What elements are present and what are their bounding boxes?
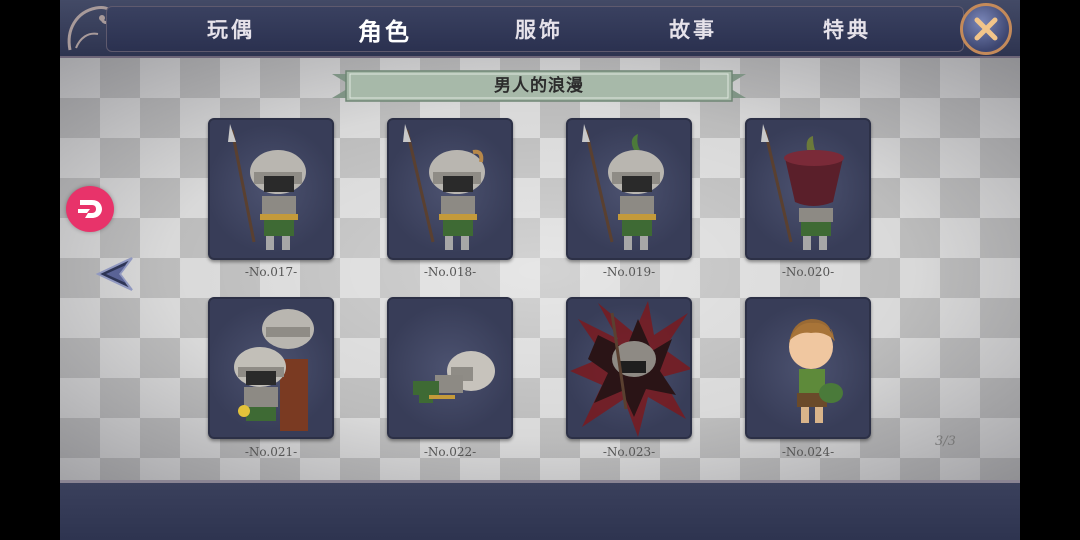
card-label: -No.023-: [602, 445, 656, 459]
card-label: -No.020-: [781, 265, 835, 279]
character-card-021[interactable]: [208, 297, 334, 439]
tab-costumes[interactable]: 服饰: [515, 14, 563, 44]
spear-knight-sprout-icon: [582, 124, 664, 250]
two-knights-chair-icon: [234, 309, 314, 431]
card-label: -No.021-: [244, 445, 298, 459]
card-label: -No.017-: [244, 265, 298, 279]
close-icon: [974, 17, 998, 41]
background-vignette: [60, 58, 1020, 483]
boy-with-bag-icon: [789, 319, 843, 423]
character-card-018[interactable]: [387, 118, 513, 260]
knight-dark-aura-icon: [570, 301, 690, 437]
ribbon-title: 男人的浪漫: [494, 76, 584, 96]
spear-knight-feather-icon: [403, 124, 485, 250]
close-button[interactable]: [960, 3, 1012, 55]
pink-shortcut-button[interactable]: [66, 186, 114, 232]
tab-bar: 玩偶 角色 服饰 故事 特典: [60, 0, 1020, 58]
spear-knight-pot-helmet-icon: [761, 124, 844, 250]
card-label: -No.019-: [602, 265, 656, 279]
card-label: -No.022-: [423, 445, 477, 459]
character-card-024[interactable]: [745, 297, 871, 439]
previous-page-arrow-icon[interactable]: [92, 250, 140, 298]
character-card-022[interactable]: [387, 297, 513, 439]
character-card-019[interactable]: [566, 118, 692, 260]
character-card-023[interactable]: [566, 297, 692, 439]
tab-extras[interactable]: 特典: [823, 14, 871, 44]
spear-knight-icon: [228, 124, 306, 250]
tab-characters[interactable]: 角色: [358, 12, 412, 47]
character-card-017[interactable]: [208, 118, 334, 260]
card-label: -No.018-: [423, 265, 477, 279]
d-logo-icon: [78, 200, 102, 218]
bottom-bar: [60, 480, 1020, 540]
fallen-knight-icon: [413, 351, 495, 403]
page-indicator: 3/3: [935, 434, 956, 449]
tab-stories[interactable]: 故事: [669, 14, 717, 44]
tab-dolls[interactable]: 玩偶: [207, 14, 255, 44]
collection-screen: 玩偶 角色 服饰 故事 特典 男人的浪漫 -No.017- -No.018- -…: [60, 0, 1020, 540]
card-label: -No.024-: [781, 445, 835, 459]
character-card-020[interactable]: [745, 118, 871, 260]
